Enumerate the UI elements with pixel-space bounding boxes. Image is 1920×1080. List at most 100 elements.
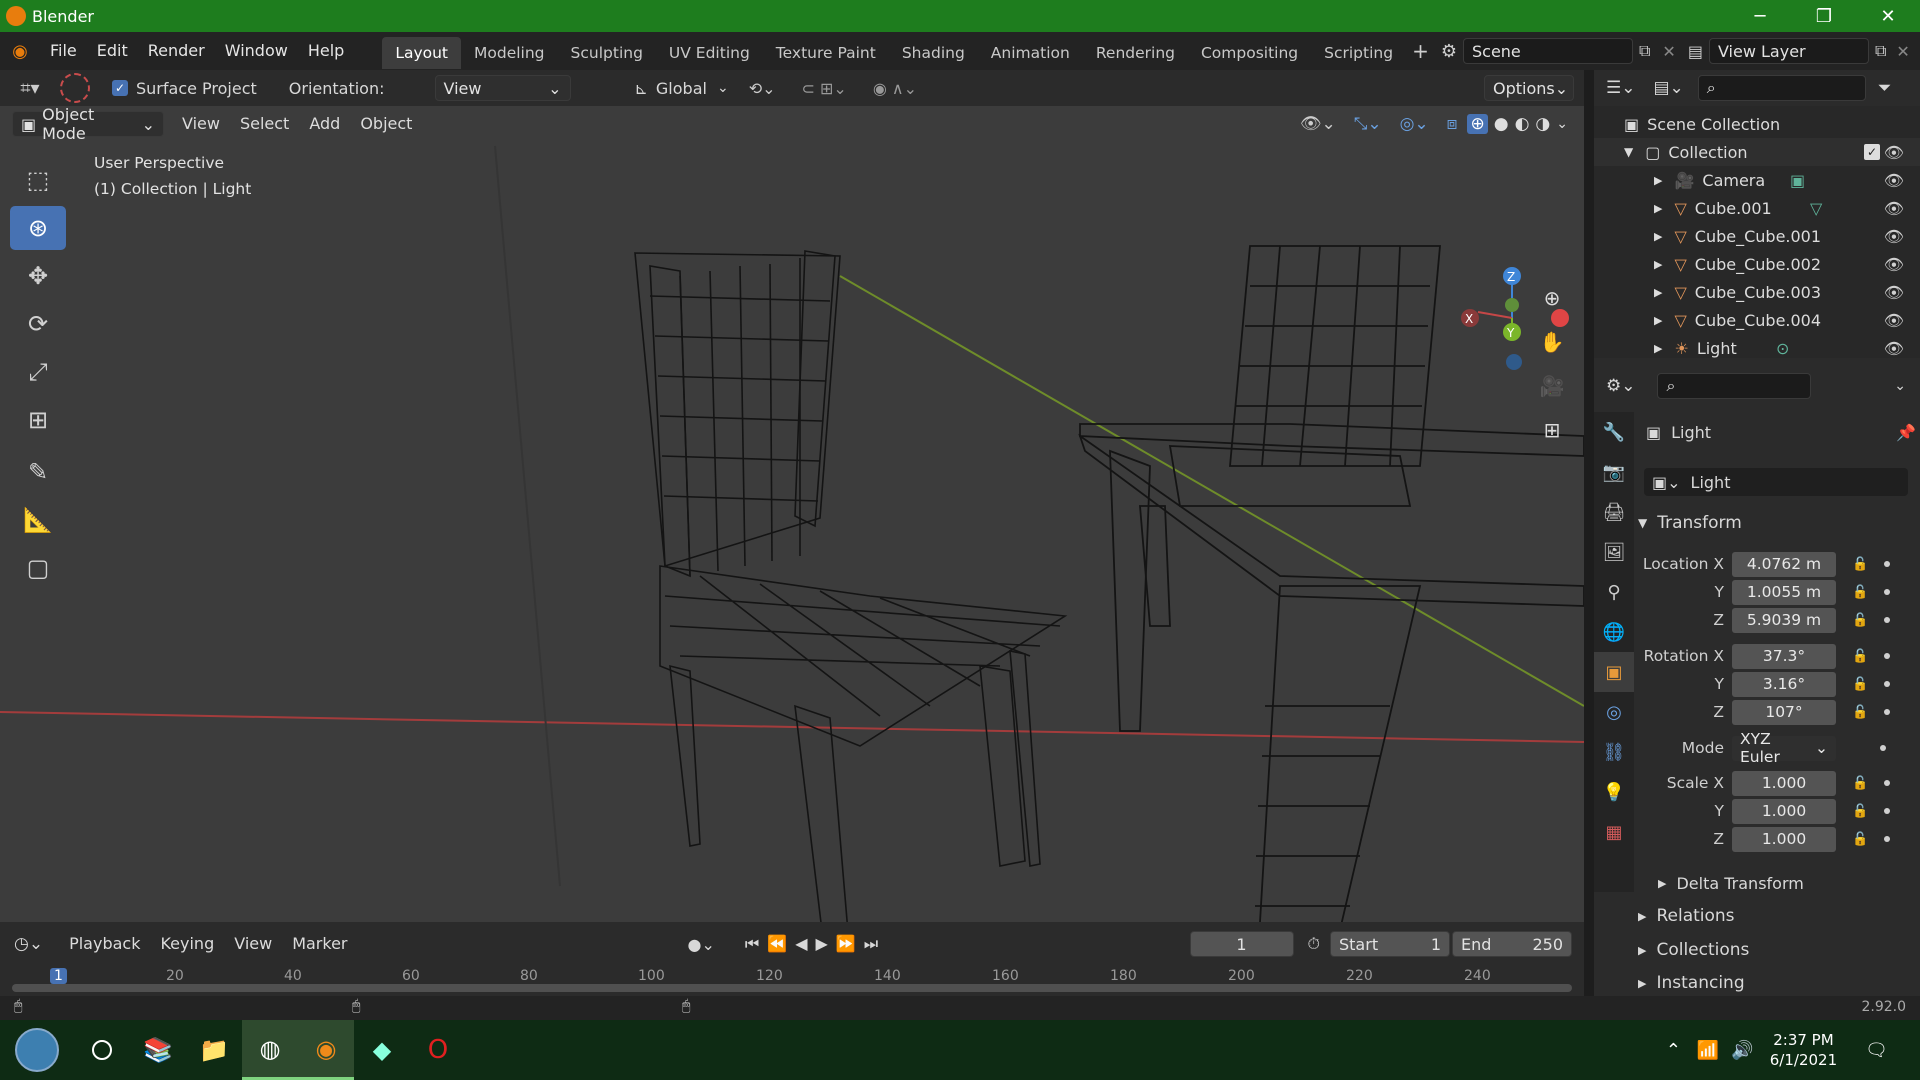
lock-icon[interactable]: 🔓 <box>1852 832 1868 847</box>
chevron-down-icon[interactable]: ⌄ <box>1556 116 1568 132</box>
collapse-arrow-icon[interactable]: ▼ <box>1624 145 1633 159</box>
expand-arrow-icon[interactable]: ▶ <box>1654 286 1662 299</box>
editor-type-icon[interactable]: ⌗▾ <box>0 78 60 99</box>
keyframe-dot[interactable] <box>1884 836 1891 842</box>
eye-icon[interactable]: 👁 <box>1884 227 1904 246</box>
scene-field[interactable]: Scene <box>1462 38 1633 64</box>
keyframe-dot[interactable] <box>1880 745 1886 751</box>
camera-view-icon[interactable]: 🎥 <box>1536 364 1568 408</box>
chevron-down-icon[interactable]: ⌄ <box>1894 378 1906 394</box>
tool-tab-icon[interactable]: 🔧 <box>1594 412 1634 452</box>
expand-arrow-icon[interactable]: ▶ <box>1654 202 1662 215</box>
wifi-icon[interactable]: 📶 <box>1697 1040 1719 1061</box>
measure-icon[interactable]: 📐 <box>10 498 66 542</box>
instancing-panel[interactable]: ▶ Instancing <box>1638 968 1918 998</box>
view-layer-icon[interactable]: ▤ <box>1682 42 1709 61</box>
outliner-item-cube-cube004[interactable]: ▶ ▽ Cube_Cube.004 👁 <box>1594 306 1920 334</box>
menu-edit[interactable]: Edit <box>87 32 138 70</box>
lock-icon[interactable]: 🔓 <box>1852 557 1868 572</box>
pan-hand-icon[interactable]: ✋ <box>1536 320 1568 364</box>
lock-icon[interactable]: 🔓 <box>1852 677 1868 692</box>
scene-icon[interactable]: ⚙ <box>1435 41 1463 62</box>
auto-key-icon[interactable]: ●⌄ <box>688 935 715 954</box>
rotation-y-field[interactable]: 3.16° <box>1732 671 1836 697</box>
render-tab-icon[interactable]: 📷 <box>1594 452 1634 492</box>
search-circle-icon[interactable] <box>74 1020 130 1080</box>
gizmo-toggle-icon[interactable]: ⤡⌄ <box>1354 114 1382 134</box>
timeline-editor-icon[interactable]: ◷⌄ <box>14 934 43 954</box>
outliner-editor-icon[interactable]: ☰⌄ <box>1606 78 1635 98</box>
tab-compositing[interactable]: Compositing <box>1188 37 1311 69</box>
menu-render[interactable]: Render <box>138 32 215 70</box>
menu-window[interactable]: Window <box>215 32 298 70</box>
collection-checkbox[interactable]: ✓ <box>1864 144 1880 160</box>
keyframe-dot[interactable] <box>1884 808 1891 814</box>
keyframe-dot[interactable] <box>1884 561 1891 567</box>
tab-modeling[interactable]: Modeling <box>461 37 558 69</box>
datablock-icon[interactable]: ▣⌄ <box>1652 473 1681 492</box>
opera-icon[interactable]: O <box>410 1020 466 1080</box>
timeline-menu-marker[interactable]: Marker <box>282 927 357 961</box>
cursor-icon[interactable]: ⊛ <box>10 206 66 250</box>
material-shading-icon[interactable]: ◐ <box>1515 114 1530 134</box>
scale-icon[interactable]: ⤢ <box>10 350 66 394</box>
playback-controls[interactable]: ⏮⏪◀▶⏩⏭ <box>745 934 886 954</box>
keyframe-dot[interactable] <box>1884 681 1891 687</box>
datablock-field[interactable]: ▣⌄ Light <box>1644 468 1908 496</box>
eye-icon[interactable]: 👁 <box>1884 255 1904 274</box>
eye-icon[interactable]: 👁 <box>1884 283 1904 302</box>
timeline-menu-playback[interactable]: Playback <box>59 927 150 961</box>
tab-animation[interactable]: Animation <box>978 37 1083 69</box>
lock-icon[interactable]: 🔓 <box>1852 585 1868 600</box>
eye-icon[interactable]: 👁 <box>1884 339 1904 358</box>
proportional-edit-icon[interactable]: ◉ ∧⌄ <box>873 79 917 98</box>
viewport-menu-view[interactable]: View <box>172 107 230 141</box>
physics-tab-icon[interactable]: ◎ <box>1594 692 1634 732</box>
scene-collection-row[interactable]: ▣ Scene Collection <box>1594 110 1920 138</box>
add-cube-icon[interactable]: ▢ <box>10 546 66 590</box>
tab-sculpting[interactable]: Sculpting <box>558 37 656 69</box>
pinned-app-icon[interactable]: 📚 <box>130 1020 186 1080</box>
lock-icon[interactable]: 🔓 <box>1852 804 1868 819</box>
texture-tab-icon[interactable]: ▦ <box>1594 812 1634 852</box>
expand-arrow-icon[interactable]: ▶ <box>1654 314 1662 327</box>
expand-arrow-icon[interactable]: ▶ <box>1654 342 1662 355</box>
transform-panel-header[interactable]: ▼ Transform <box>1638 508 1918 538</box>
world-tab-icon[interactable]: 🌐 <box>1594 612 1634 652</box>
blender-taskbar-icon[interactable]: ◉ <box>298 1020 354 1080</box>
menu-file[interactable]: File <box>40 32 87 70</box>
display-mode-icon[interactable]: ▤⌄ <box>1653 78 1683 98</box>
options-dropdown[interactable]: Options ⌄ <box>1484 75 1574 101</box>
annotate-icon[interactable]: ✎ <box>10 450 66 494</box>
delete-view-layer-icon[interactable]: ✕ <box>1892 42 1913 61</box>
relations-panel[interactable]: ▶ Relations <box>1638 901 1918 931</box>
lock-icon[interactable]: 🔓 <box>1852 776 1868 791</box>
keyframe-dot[interactable] <box>1884 653 1891 659</box>
lock-icon[interactable]: 🔓 <box>1852 705 1868 720</box>
outliner-item-camera[interactable]: ▶ 🎥 Camera ▣ 👁 <box>1594 166 1920 194</box>
outliner-item-light[interactable]: ▶ ☀ Light ⊙ 👁 <box>1594 334 1920 362</box>
move-icon[interactable]: ✥ <box>10 254 66 298</box>
eye-icon[interactable]: 👁 <box>1884 143 1904 162</box>
output-tab-icon[interactable]: 🖨 <box>1594 492 1634 532</box>
notifications-icon[interactable]: 🗨 <box>1865 1040 1888 1061</box>
rotation-x-field[interactable]: 37.3° <box>1732 643 1836 669</box>
location-z-field[interactable]: 5.9039 m <box>1732 607 1836 633</box>
outliner-item-cube-cube002[interactable]: ▶ ▽ Cube_Cube.002 👁 <box>1594 250 1920 278</box>
tab-rendering[interactable]: Rendering <box>1083 37 1188 69</box>
view-layer-tab-icon[interactable]: 🖼 <box>1594 532 1634 572</box>
new-scene-icon[interactable]: ⧉ <box>1633 41 1656 61</box>
expand-arrow-icon[interactable]: ▶ <box>1654 230 1662 243</box>
select-box-icon[interactable]: ⬚ <box>10 158 66 202</box>
volume-icon[interactable]: 🔊 <box>1731 1040 1753 1061</box>
timeline-scrollbar[interactable] <box>12 984 1572 992</box>
scene-tab-icon[interactable]: ⚲ <box>1594 572 1634 612</box>
start-icon[interactable] <box>0 1020 74 1080</box>
timeline-menu-keying[interactable]: Keying <box>150 927 224 961</box>
outliner-item-cube001[interactable]: ▶ ▽ Cube.001 ▽ 👁 <box>1594 194 1920 222</box>
pivot-icon[interactable]: ⟲⌄ <box>749 79 776 98</box>
scale-x-field[interactable]: 1.000 <box>1732 770 1836 796</box>
file-explorer-icon[interactable]: 📁 <box>186 1020 242 1080</box>
view-layer-field[interactable]: View Layer <box>1708 38 1869 64</box>
blender-menu-icon[interactable]: ◉ <box>0 41 40 62</box>
